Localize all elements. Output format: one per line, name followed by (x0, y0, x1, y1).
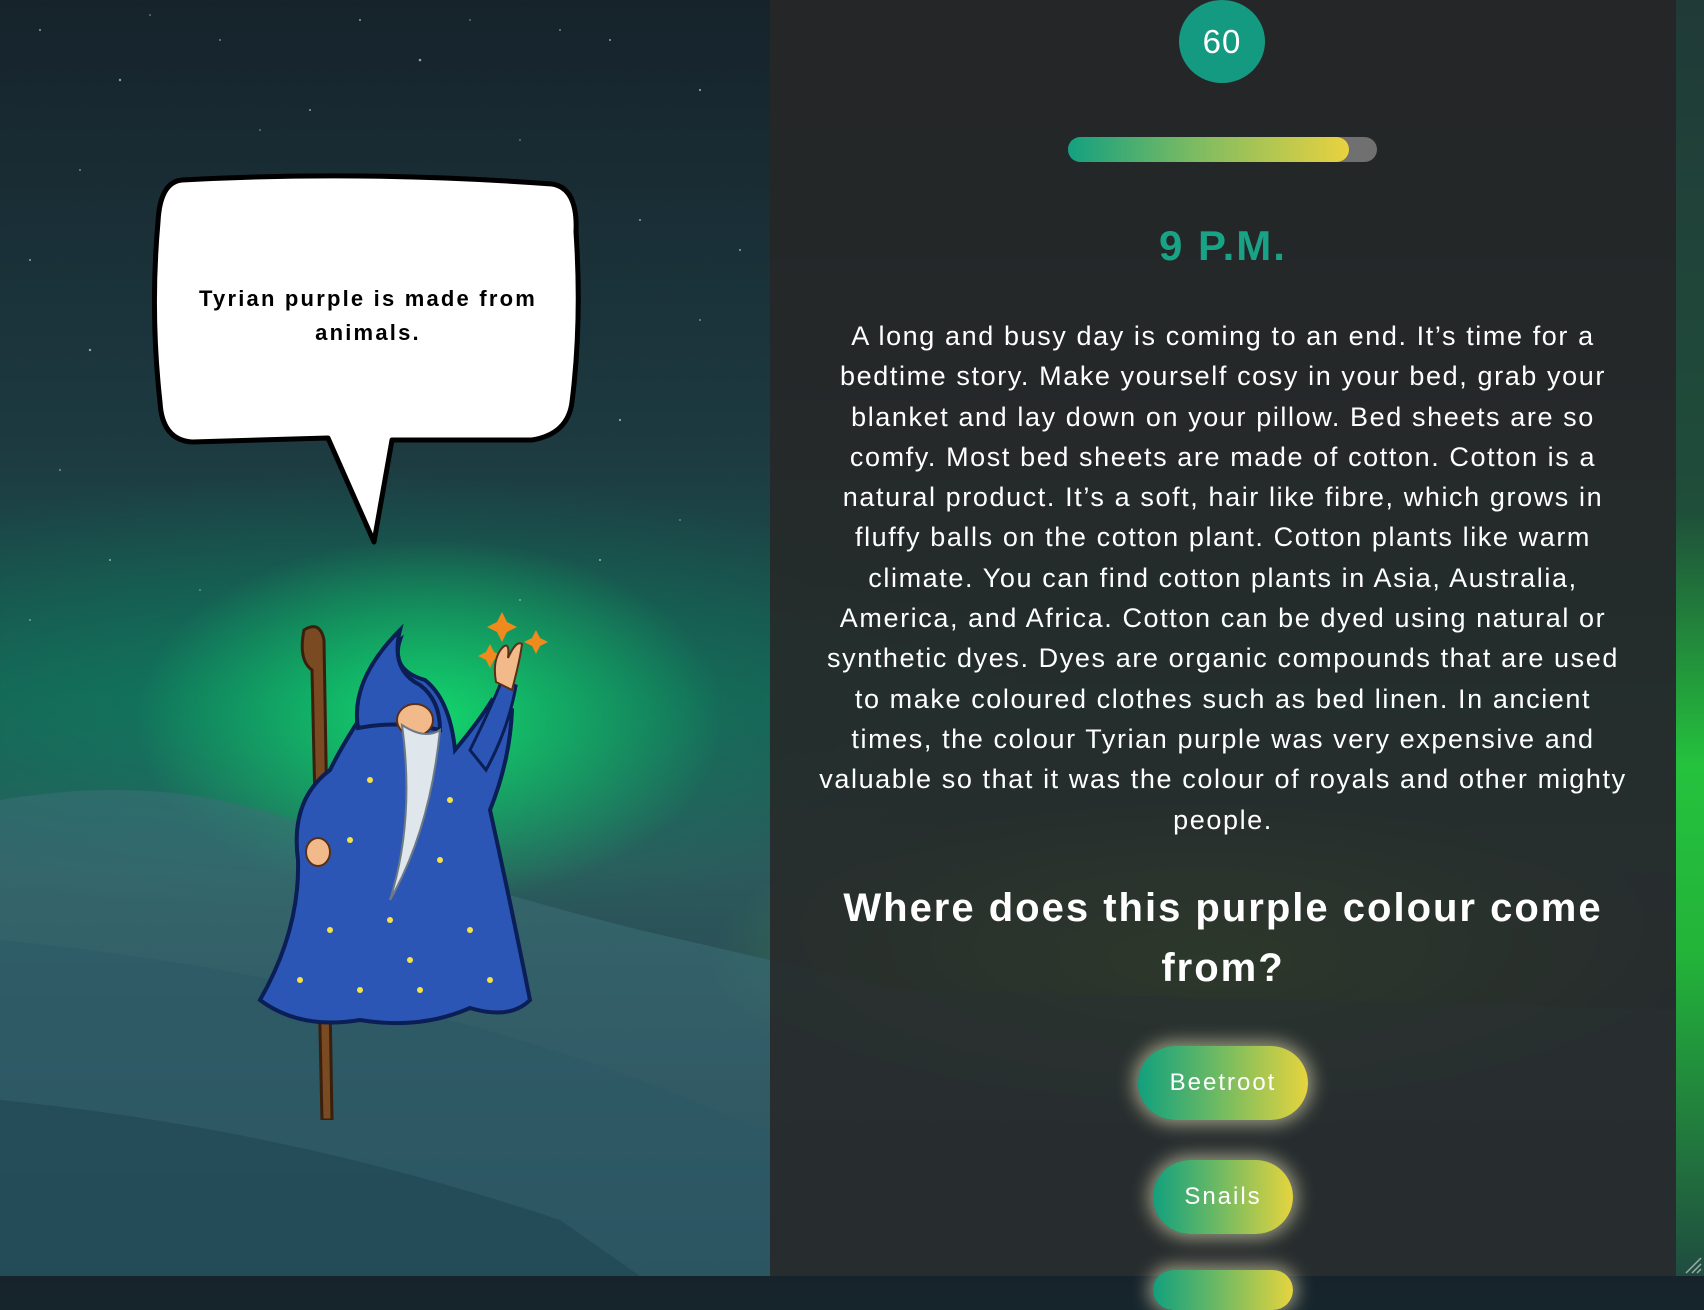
time-of-day-heading: 9 P.M. (1159, 222, 1287, 269)
resize-handle-icon[interactable] (1684, 1256, 1702, 1274)
answer-button-snails[interactable]: Snails (1153, 1160, 1293, 1234)
story-text: A long and busy day is coming to an end.… (819, 321, 1627, 835)
speech-bubble-text: Tyrian purple is made from animals. (199, 286, 537, 345)
answer-button-beetroot[interactable]: Beetroot (1138, 1046, 1308, 1120)
progress-bar (1068, 137, 1377, 162)
countdown-timer: 60 (1179, 0, 1265, 83)
progress-bar-fill (1068, 137, 1349, 162)
speech-bubble (152, 173, 581, 545)
answer-button-third[interactable] (1153, 1270, 1293, 1310)
wizard-icon (257, 612, 548, 1120)
quiz-question: Where does this purple colour come from? (843, 886, 1603, 990)
timer-value: 60 (1202, 22, 1242, 60)
edge-aurora-strip (1676, 0, 1704, 1276)
